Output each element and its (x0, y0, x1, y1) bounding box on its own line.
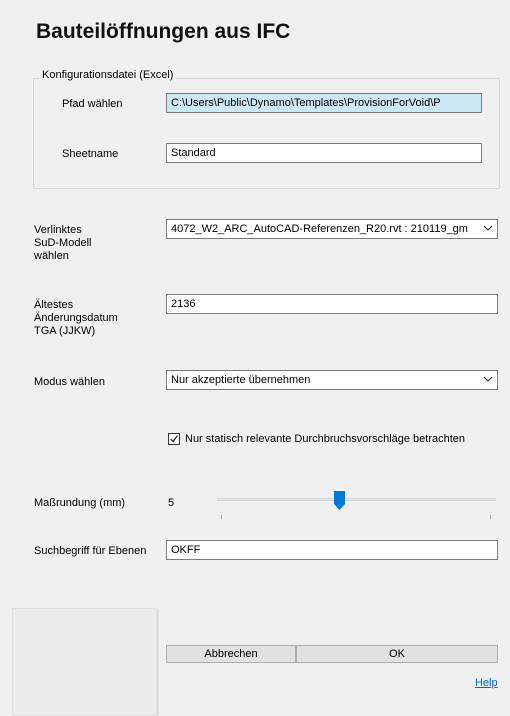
path-field[interactable]: C:\Users\Public\Dynamo\Templates\Provisi… (166, 93, 482, 113)
linked-model-label-line3: wählen (34, 250, 69, 262)
chevron-down-icon (483, 376, 493, 382)
level-search-label: Suchbegriff für Ebenen (34, 545, 147, 557)
linked-model-select[interactable]: 4072_W2_ARC_AutoCAD-Referenzen_R20.rvt :… (166, 219, 498, 239)
rounding-slider-thumb[interactable] (334, 491, 346, 510)
change-date-label-line3: TGA (JJKW) (34, 325, 96, 337)
preview-image (12, 608, 157, 716)
slider-tick-start (221, 515, 222, 519)
mode-select[interactable]: Nur akzeptierte übernehmen (166, 370, 498, 390)
static-relevant-checkbox[interactable] (168, 433, 180, 445)
sheet-field[interactable]: Standard (166, 143, 482, 163)
linked-model-selected: 4072_W2_ARC_AutoCAD-Referenzen_R20.rvt :… (171, 223, 468, 235)
slider-tick-end (490, 515, 491, 519)
dialog-title: Bauteilöffnungen aus IFC (36, 20, 291, 43)
static-relevant-label[interactable]: Nur statisch relevante Durchbruchsvorsch… (185, 433, 465, 446)
change-date-label-line2: Änderungsdatum (34, 312, 118, 324)
config-group-legend: Konfigurationsdatei (Excel) (39, 69, 177, 81)
ok-button[interactable]: OK (296, 645, 498, 663)
mode-selected: Nur akzeptierte übernehmen (171, 374, 311, 386)
mode-label: Modus wählen (34, 376, 105, 388)
chevron-down-icon (483, 225, 493, 231)
change-date-label-line1: Ältestes (34, 299, 74, 311)
cancel-button[interactable]: Abbrechen (166, 645, 296, 663)
change-date-field[interactable]: 2136 (166, 294, 498, 314)
sheet-label: Sheetname (62, 148, 119, 160)
path-label: Pfad wählen (62, 98, 123, 110)
rounding-value: 5 (168, 497, 175, 509)
rounding-label: Maßrundung (mm) (34, 497, 126, 509)
change-date-label: Ältestes Änderungsdatum TGA (JJKW) (34, 299, 118, 338)
rounding-slider-track[interactable] (217, 498, 496, 501)
linked-model-label-line1: Verlinktes (34, 224, 82, 236)
checkmark-icon (170, 435, 178, 443)
level-search-field[interactable]: OKFF (166, 540, 498, 560)
linked-model-label-line2: SuD-Modell (34, 237, 92, 249)
help-link[interactable]: Help (475, 677, 498, 689)
linked-model-label: Verlinktes SuD-Modell wählen (34, 224, 91, 263)
